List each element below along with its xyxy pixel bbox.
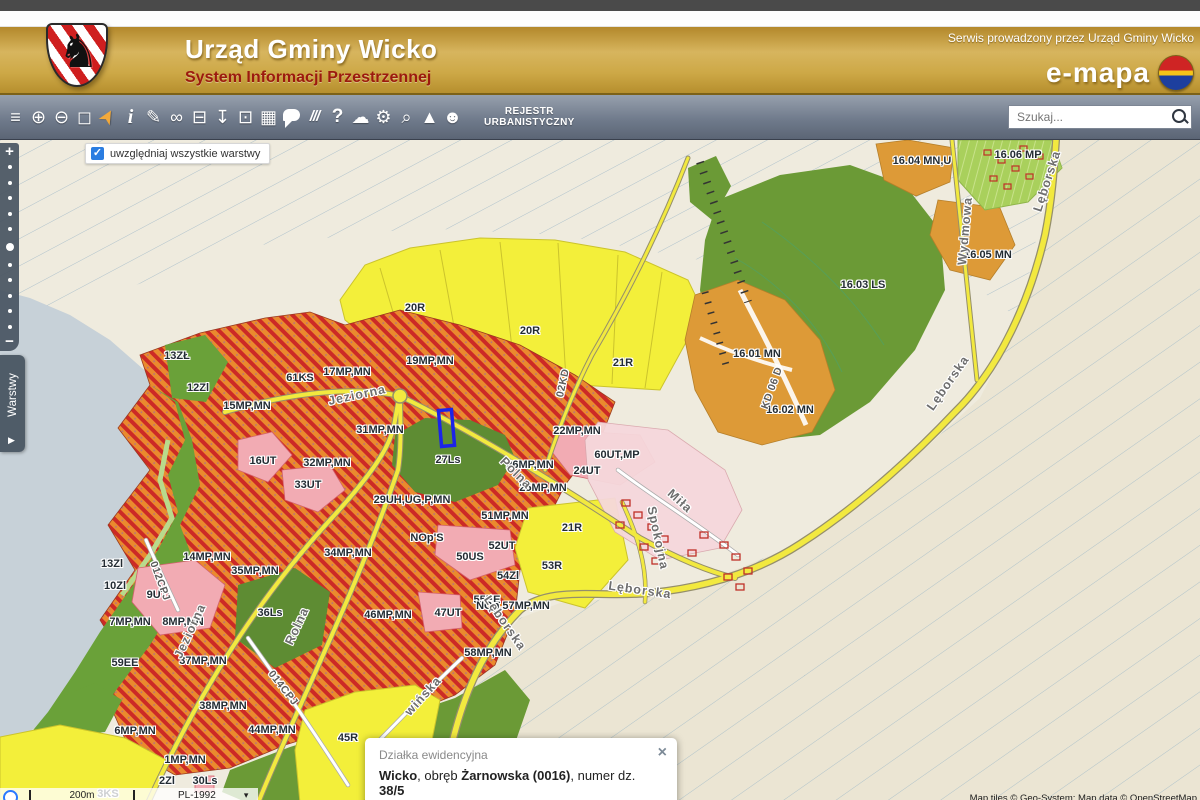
scale-controls: 200m PL-1992▾: [0, 788, 258, 800]
emapa-brand: e-mapa: [1046, 57, 1150, 89]
zoom-level-dot[interactable]: [8, 196, 12, 200]
zoom-out-button[interactable]: −: [5, 333, 14, 351]
map-attribution: Map tiles © Geo-System; Map data © OpenS…: [970, 793, 1197, 800]
zoom-level-dot[interactable]: [8, 165, 12, 169]
zoom-level-dot[interactable]: [8, 263, 12, 267]
zoom-level-dot[interactable]: [8, 278, 12, 282]
checkbox-checked-icon[interactable]: ✓: [91, 147, 104, 160]
layers-icon[interactable]: ≡: [4, 100, 27, 134]
zoom-level-dot[interactable]: [8, 227, 12, 231]
north-arrow-3d-icon[interactable]: ▲: [418, 100, 441, 134]
print-icon[interactable]: ⊟: [188, 100, 211, 134]
zoom-out-icon[interactable]: ⊖: [50, 100, 73, 134]
top-strip: [0, 0, 1200, 11]
geo-system-logo-icon: [1158, 55, 1194, 91]
geolocation-icon[interactable]: [3, 790, 18, 800]
scale-bar-label: 200m: [60, 790, 104, 800]
parcel-description: Wicko, obręb Żarnowska (0016), numer dz.…: [379, 768, 663, 798]
search-icon[interactable]: [1172, 109, 1186, 123]
scale-bar-tick: [29, 790, 31, 800]
help-icon[interactable]: ?: [326, 100, 349, 134]
app-header: ♞ Urząd Gminy Wicko System Informacji Pr…: [0, 27, 1200, 95]
zoom-level-dot[interactable]: [8, 181, 12, 185]
layers-tab-label: Warstwy: [7, 373, 19, 417]
service-note: Serwis prowadzony przez Urząd Gminy Wick…: [948, 31, 1194, 45]
locate-search-icon[interactable]: ⌕: [395, 100, 418, 134]
urban-register-button[interactable]: REJESTR URBANISTYCZNY: [478, 105, 581, 129]
projection-select[interactable]: PL-1992▾: [178, 790, 248, 800]
page-title: Urząd Gminy Wicko: [185, 34, 437, 65]
expand-arrow-icon: ▶: [8, 435, 15, 446]
search-input[interactable]: [1008, 105, 1192, 129]
layers-panel-tab[interactable]: Warstwy ▶: [0, 355, 25, 452]
zoom-in-button[interactable]: +: [5, 143, 14, 161]
panels-layout-icon[interactable]: ▦: [257, 100, 280, 134]
comment-bubble-icon[interactable]: [280, 100, 303, 134]
feedback-person-icon[interactable]: ☻: [441, 100, 464, 134]
settings-gears-icon[interactable]: ⚙: [372, 100, 395, 134]
cloud-download-icon[interactable]: ☁: [349, 100, 372, 134]
toolbar: ≡⊕⊖◻➤i✎∞⊟↧⊡▦///?☁⚙⌕▲☻ REJESTR URBANISTYC…: [0, 95, 1200, 140]
compare-windows-icon[interactable]: ⊡: [234, 100, 257, 134]
page-subtitle: System Informacji Przestrzennej: [185, 69, 437, 87]
coat-of-arms: ♞: [32, 21, 128, 87]
scale-bar-tick: [133, 790, 135, 800]
top-strip-light: [0, 11, 1200, 27]
zoom-level-dot[interactable]: [8, 212, 12, 216]
zoom-level-dot[interactable]: [8, 325, 12, 329]
chevron-down-icon: ▾: [244, 790, 249, 800]
close-icon[interactable]: ×: [658, 746, 667, 760]
all-layers-checkbox-label: uwzględniaj wszystkie warstwy: [110, 148, 260, 160]
search-box: [1008, 105, 1192, 129]
zoom-level-dot[interactable]: [6, 243, 14, 251]
zoom-in-icon[interactable]: ⊕: [27, 100, 50, 134]
hatch-lines-icon[interactable]: ///: [303, 100, 326, 134]
griffin-icon: ♞: [58, 21, 99, 81]
parcel-info-popup: Działka ewidencyjna × Wicko, obręb Żarno…: [365, 738, 677, 800]
measure-icon[interactable]: ✎: [142, 100, 165, 134]
zoom-slider[interactable]: + −: [0, 143, 19, 351]
zoom-level-dot[interactable]: [8, 294, 12, 298]
zoom-level-dot[interactable]: [8, 309, 12, 313]
all-layers-checkbox[interactable]: ✓ uwzględniaj wszystkie warstwy: [85, 143, 270, 164]
map-graphics: [0, 140, 1200, 800]
map-canvas[interactable]: 13ZŁ12Zl15MP,MN61KS17MP,MN19MP,MN20R20R2…: [0, 140, 1200, 800]
save-position-icon[interactable]: ↧: [211, 100, 234, 134]
popup-title: Działka ewidencyjna: [379, 748, 663, 762]
link-icon[interactable]: ∞: [165, 100, 188, 134]
